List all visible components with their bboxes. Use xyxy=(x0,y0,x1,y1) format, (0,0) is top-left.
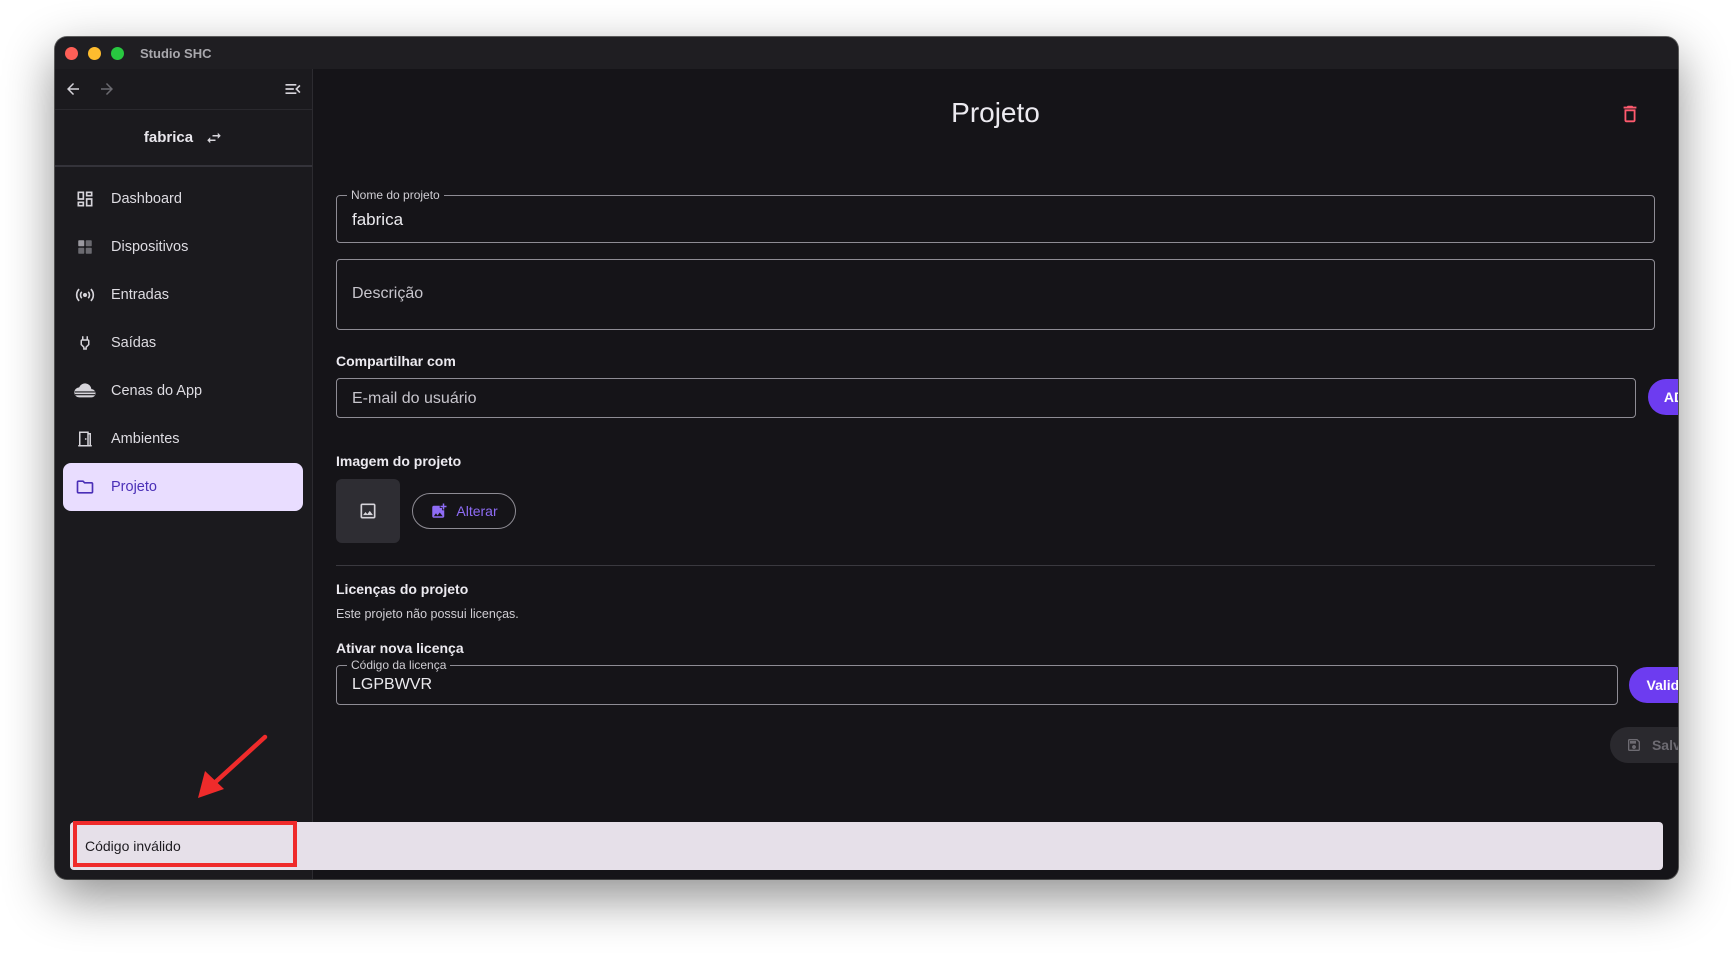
sidebar-item-label: Dashboard xyxy=(111,191,182,207)
collapse-menu-button[interactable] xyxy=(281,77,305,101)
sidebar-item-saidas[interactable]: Saídas xyxy=(63,319,303,367)
change-image-button[interactable]: Alterar xyxy=(412,493,516,529)
sidebar: fabrica Dashboard Dispositivos Entradas … xyxy=(55,69,313,879)
current-project-name: fabrica xyxy=(143,129,194,146)
door-icon xyxy=(73,427,97,451)
sidebar-item-entradas[interactable]: Entradas xyxy=(63,271,303,319)
license-code-value: LGPBWVR xyxy=(352,676,433,693)
save-icon xyxy=(1627,739,1640,751)
validate-button[interactable]: Validar xyxy=(1629,667,1678,703)
delete-project-button[interactable] xyxy=(1619,103,1643,127)
email-field[interactable]: E-mail do usuário xyxy=(336,378,1636,418)
sidebar-item-cenas-do-app[interactable]: Cenas do App xyxy=(63,367,303,415)
project-name-field[interactable]: Nome do projeto fabrica xyxy=(336,188,1655,243)
snackbar: Código inválido xyxy=(70,822,1663,870)
save-label: Salvar xyxy=(1651,737,1678,753)
minimize-window-button[interactable] xyxy=(88,47,101,60)
description-field[interactable]: Descrição xyxy=(336,259,1655,330)
sidebar-item-ambientes[interactable]: Ambientes xyxy=(63,415,303,463)
cloud-icon xyxy=(73,379,97,403)
maximize-window-button[interactable] xyxy=(111,47,124,60)
change-image-label: Alterar xyxy=(456,503,498,519)
section-divider xyxy=(336,565,1655,566)
license-code-field[interactable]: Código da licença LGPBWVR xyxy=(336,658,1618,705)
project-switcher[interactable]: fabrica xyxy=(55,109,312,167)
email-placeholder: E-mail do usuário xyxy=(352,390,477,407)
project-name-label: Nome do projeto xyxy=(347,188,444,202)
sidebar-item-label: Projeto xyxy=(111,479,157,495)
share-label: Compartilhar com xyxy=(336,353,456,369)
dashboard-icon xyxy=(73,187,97,211)
image-icon xyxy=(360,503,376,519)
sidebar-item-dashboard[interactable]: Dashboard xyxy=(63,175,303,223)
activate-license-label: Ativar nova licença xyxy=(336,640,464,656)
add-photo-icon xyxy=(432,503,447,518)
project-name-value: fabrica xyxy=(352,210,404,229)
app-window: Studio SHC fabrica Dashboard Dispositivo… xyxy=(55,37,1678,879)
licenses-label: Licenças do projeto xyxy=(336,581,469,597)
sidebar-menu: Dashboard Dispositivos Entradas Saídas C… xyxy=(63,175,303,511)
plug-icon xyxy=(73,331,97,355)
sidebar-item-dispositivos[interactable]: Dispositivos xyxy=(63,223,303,271)
back-button[interactable] xyxy=(61,77,85,101)
arrow-left-icon xyxy=(67,83,79,95)
sidebar-item-label: Entradas xyxy=(111,287,170,303)
folder-icon xyxy=(73,475,97,499)
no-licenses-text: Este projeto não possui licenças. xyxy=(336,607,519,621)
add-user-button[interactable]: ADD xyxy=(1648,379,1678,415)
close-window-button[interactable] xyxy=(65,47,78,60)
sidebar-item-label: Saídas xyxy=(111,335,157,351)
project-image-placeholder xyxy=(336,479,400,543)
sidebar-item-label: Ambientes xyxy=(111,431,180,447)
menu-open-icon xyxy=(285,84,301,94)
title-bar: Studio SHC xyxy=(55,37,1678,69)
snackbar-message: Código inválido xyxy=(85,838,181,854)
license-code-label: Código da licença xyxy=(347,658,451,672)
sidebar-item-label: Cenas do App xyxy=(111,383,203,399)
project-image-label: Imagem do projeto xyxy=(336,453,462,469)
description-placeholder: Descrição xyxy=(352,285,424,302)
app-title: Studio SHC xyxy=(140,46,212,61)
trash-icon xyxy=(1623,105,1637,123)
save-button: Salvar xyxy=(1610,727,1678,763)
forward-button[interactable] xyxy=(95,77,119,101)
sidebar-item-projeto[interactable]: Projeto xyxy=(63,463,303,511)
devices-icon xyxy=(73,235,97,259)
broadcast-icon xyxy=(73,283,97,307)
sidebar-item-label: Dispositivos xyxy=(111,239,189,255)
main-content: Projeto Nome do projeto fabrica Descriçã… xyxy=(313,69,1678,879)
page-title: Projeto xyxy=(951,97,1040,128)
arrow-right-icon xyxy=(101,83,113,95)
swap-icon xyxy=(207,132,221,143)
